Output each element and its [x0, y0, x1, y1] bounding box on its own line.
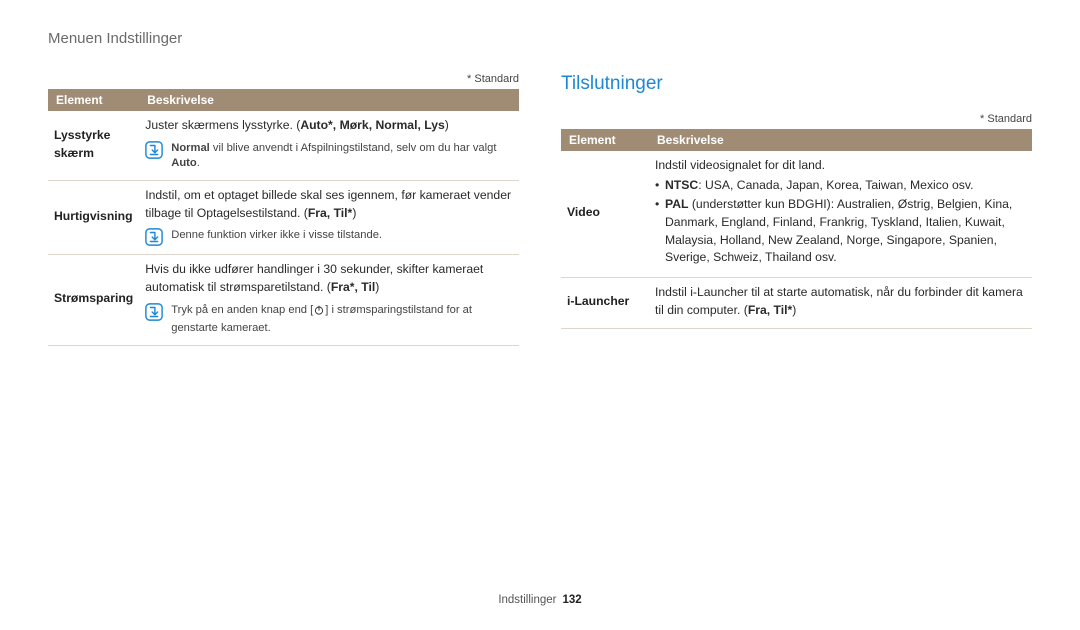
- table-row: i-Launcher Indstil i-Launcher til at sta…: [561, 278, 1032, 328]
- row-desc: Hvis du ikke udfører handlinger i 30 sek…: [139, 255, 519, 346]
- row-element: Video: [561, 151, 649, 278]
- th-desc: Beskrivelse: [649, 129, 1032, 151]
- table-row: Lysstyrke skærm Juster skærmens lysstyrk…: [48, 111, 519, 181]
- table-row: Hurtigvisning Indstil, om et optaget bil…: [48, 181, 519, 255]
- row-element: Lysstyrke skærm: [48, 111, 139, 181]
- right-column: Tilslutninger * Standard Element Beskriv…: [561, 73, 1032, 346]
- power-icon: [313, 304, 325, 322]
- left-table: Element Beskrivelse Lysstyrke skærm Just…: [48, 89, 519, 346]
- note-text: Normal vil blive anvendt i Afspilningsti…: [171, 141, 513, 172]
- th-desc: Beskrivelse: [139, 89, 519, 111]
- page-title: Menuen Indstillinger: [48, 30, 1032, 47]
- standard-note-left: * Standard: [48, 73, 519, 85]
- right-table: Element Beskrivelse Video Indstil videos…: [561, 129, 1032, 329]
- list-item: PAL (understøtter kun BDGHI): Australien…: [655, 196, 1026, 267]
- row-desc: Indstil i-Launcher til at starte automat…: [649, 278, 1032, 328]
- left-column: * Standard Element Beskrivelse Lysstyrke…: [48, 73, 519, 346]
- row-element: Hurtigvisning: [48, 181, 139, 255]
- row-desc: Indstil, om et optaget billede skal ses …: [139, 181, 519, 255]
- row-element: i-Launcher: [561, 278, 649, 328]
- table-row: Video Indstil videosignalet for dit land…: [561, 151, 1032, 278]
- table-row: Strømsparing Hvis du ikke udfører handli…: [48, 255, 519, 346]
- info-icon: [145, 141, 163, 159]
- note-text: Denne funktion virker ikke i visse tilst…: [171, 228, 513, 244]
- row-element: Strømsparing: [48, 255, 139, 346]
- th-element: Element: [48, 89, 139, 111]
- standard-note-right: * Standard: [561, 113, 1032, 125]
- info-icon: [145, 228, 163, 246]
- note-text: Tryk på en anden knap end [] i strømspar…: [171, 303, 513, 337]
- section-heading: Tilslutninger: [561, 73, 1032, 95]
- info-icon: [145, 303, 163, 321]
- row-desc: Juster skærmens lysstyrke. (Auto*, Mørk,…: [139, 111, 519, 181]
- page-footer: Indstillinger132: [0, 594, 1080, 606]
- row-desc: Indstil videosignalet for dit land. NTSC…: [649, 151, 1032, 278]
- list-item: NTSC: USA, Canada, Japan, Korea, Taiwan,…: [655, 177, 1026, 195]
- th-element: Element: [561, 129, 649, 151]
